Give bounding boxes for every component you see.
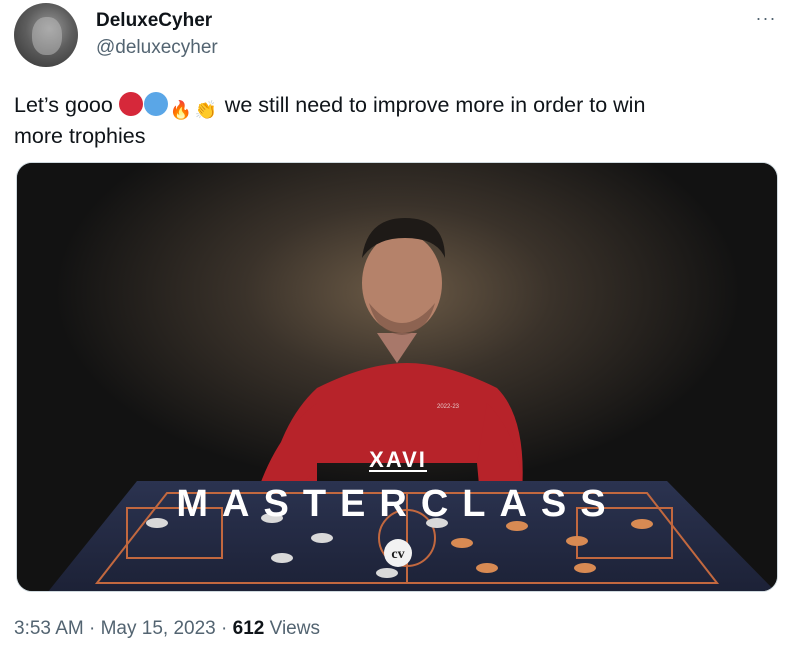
title-small: XAVI — [369, 447, 427, 472]
title-large: MASTERCLASS — [176, 483, 619, 525]
shirt-text: 2022-23 — [437, 404, 460, 410]
tweet-meta: 3:53 AM · May 15, 2023 · 612 Views — [14, 618, 320, 640]
tweet-text-line-2: more trophies — [14, 124, 146, 148]
author-handle[interactable]: @deluxecyher — [96, 37, 218, 59]
tweet-card: DeluxeCyher @deluxecyher ··· Let’s gooo … — [0, 0, 800, 652]
avatar[interactable] — [14, 3, 78, 67]
views-label: Views — [264, 618, 320, 639]
more-options-icon[interactable]: ··· — [752, 6, 780, 30]
avatar-face — [32, 17, 62, 55]
meta-separator: · — [83, 618, 101, 639]
blue-circle-emoji — [143, 92, 168, 116]
clapping-hands-emoji: 👏 — [194, 100, 218, 121]
meta-separator: · — [215, 618, 233, 639]
tweet-text: Let’s gooo 🔥 👏 we still need to improve m… — [14, 92, 784, 149]
tweet-image[interactable]: 2022-23 XAVI MASTERCLASS cv — [16, 162, 778, 592]
tweet-date[interactable]: May 15, 2023 — [101, 618, 216, 639]
cv-badge-text: cv — [391, 547, 404, 562]
tweet-text-line-1: Let’s gooo 🔥 👏 we still need to improve m… — [14, 92, 784, 123]
red-circle-emoji — [118, 92, 143, 116]
tweet-time[interactable]: 3:53 AM — [14, 618, 84, 639]
views-count: 612 — [232, 618, 265, 639]
fire-emoji: 🔥 — [169, 100, 193, 121]
masterclass-image: 2022-23 XAVI MASTERCLASS cv — [17, 163, 777, 591]
tweet-text-rest: we still need to improve more in order t… — [218, 93, 646, 117]
author-display-name[interactable]: DeluxeCyher — [96, 10, 212, 32]
cv-badge: cv — [384, 539, 412, 567]
tweet-text-start: Let’s gooo — [14, 93, 119, 117]
